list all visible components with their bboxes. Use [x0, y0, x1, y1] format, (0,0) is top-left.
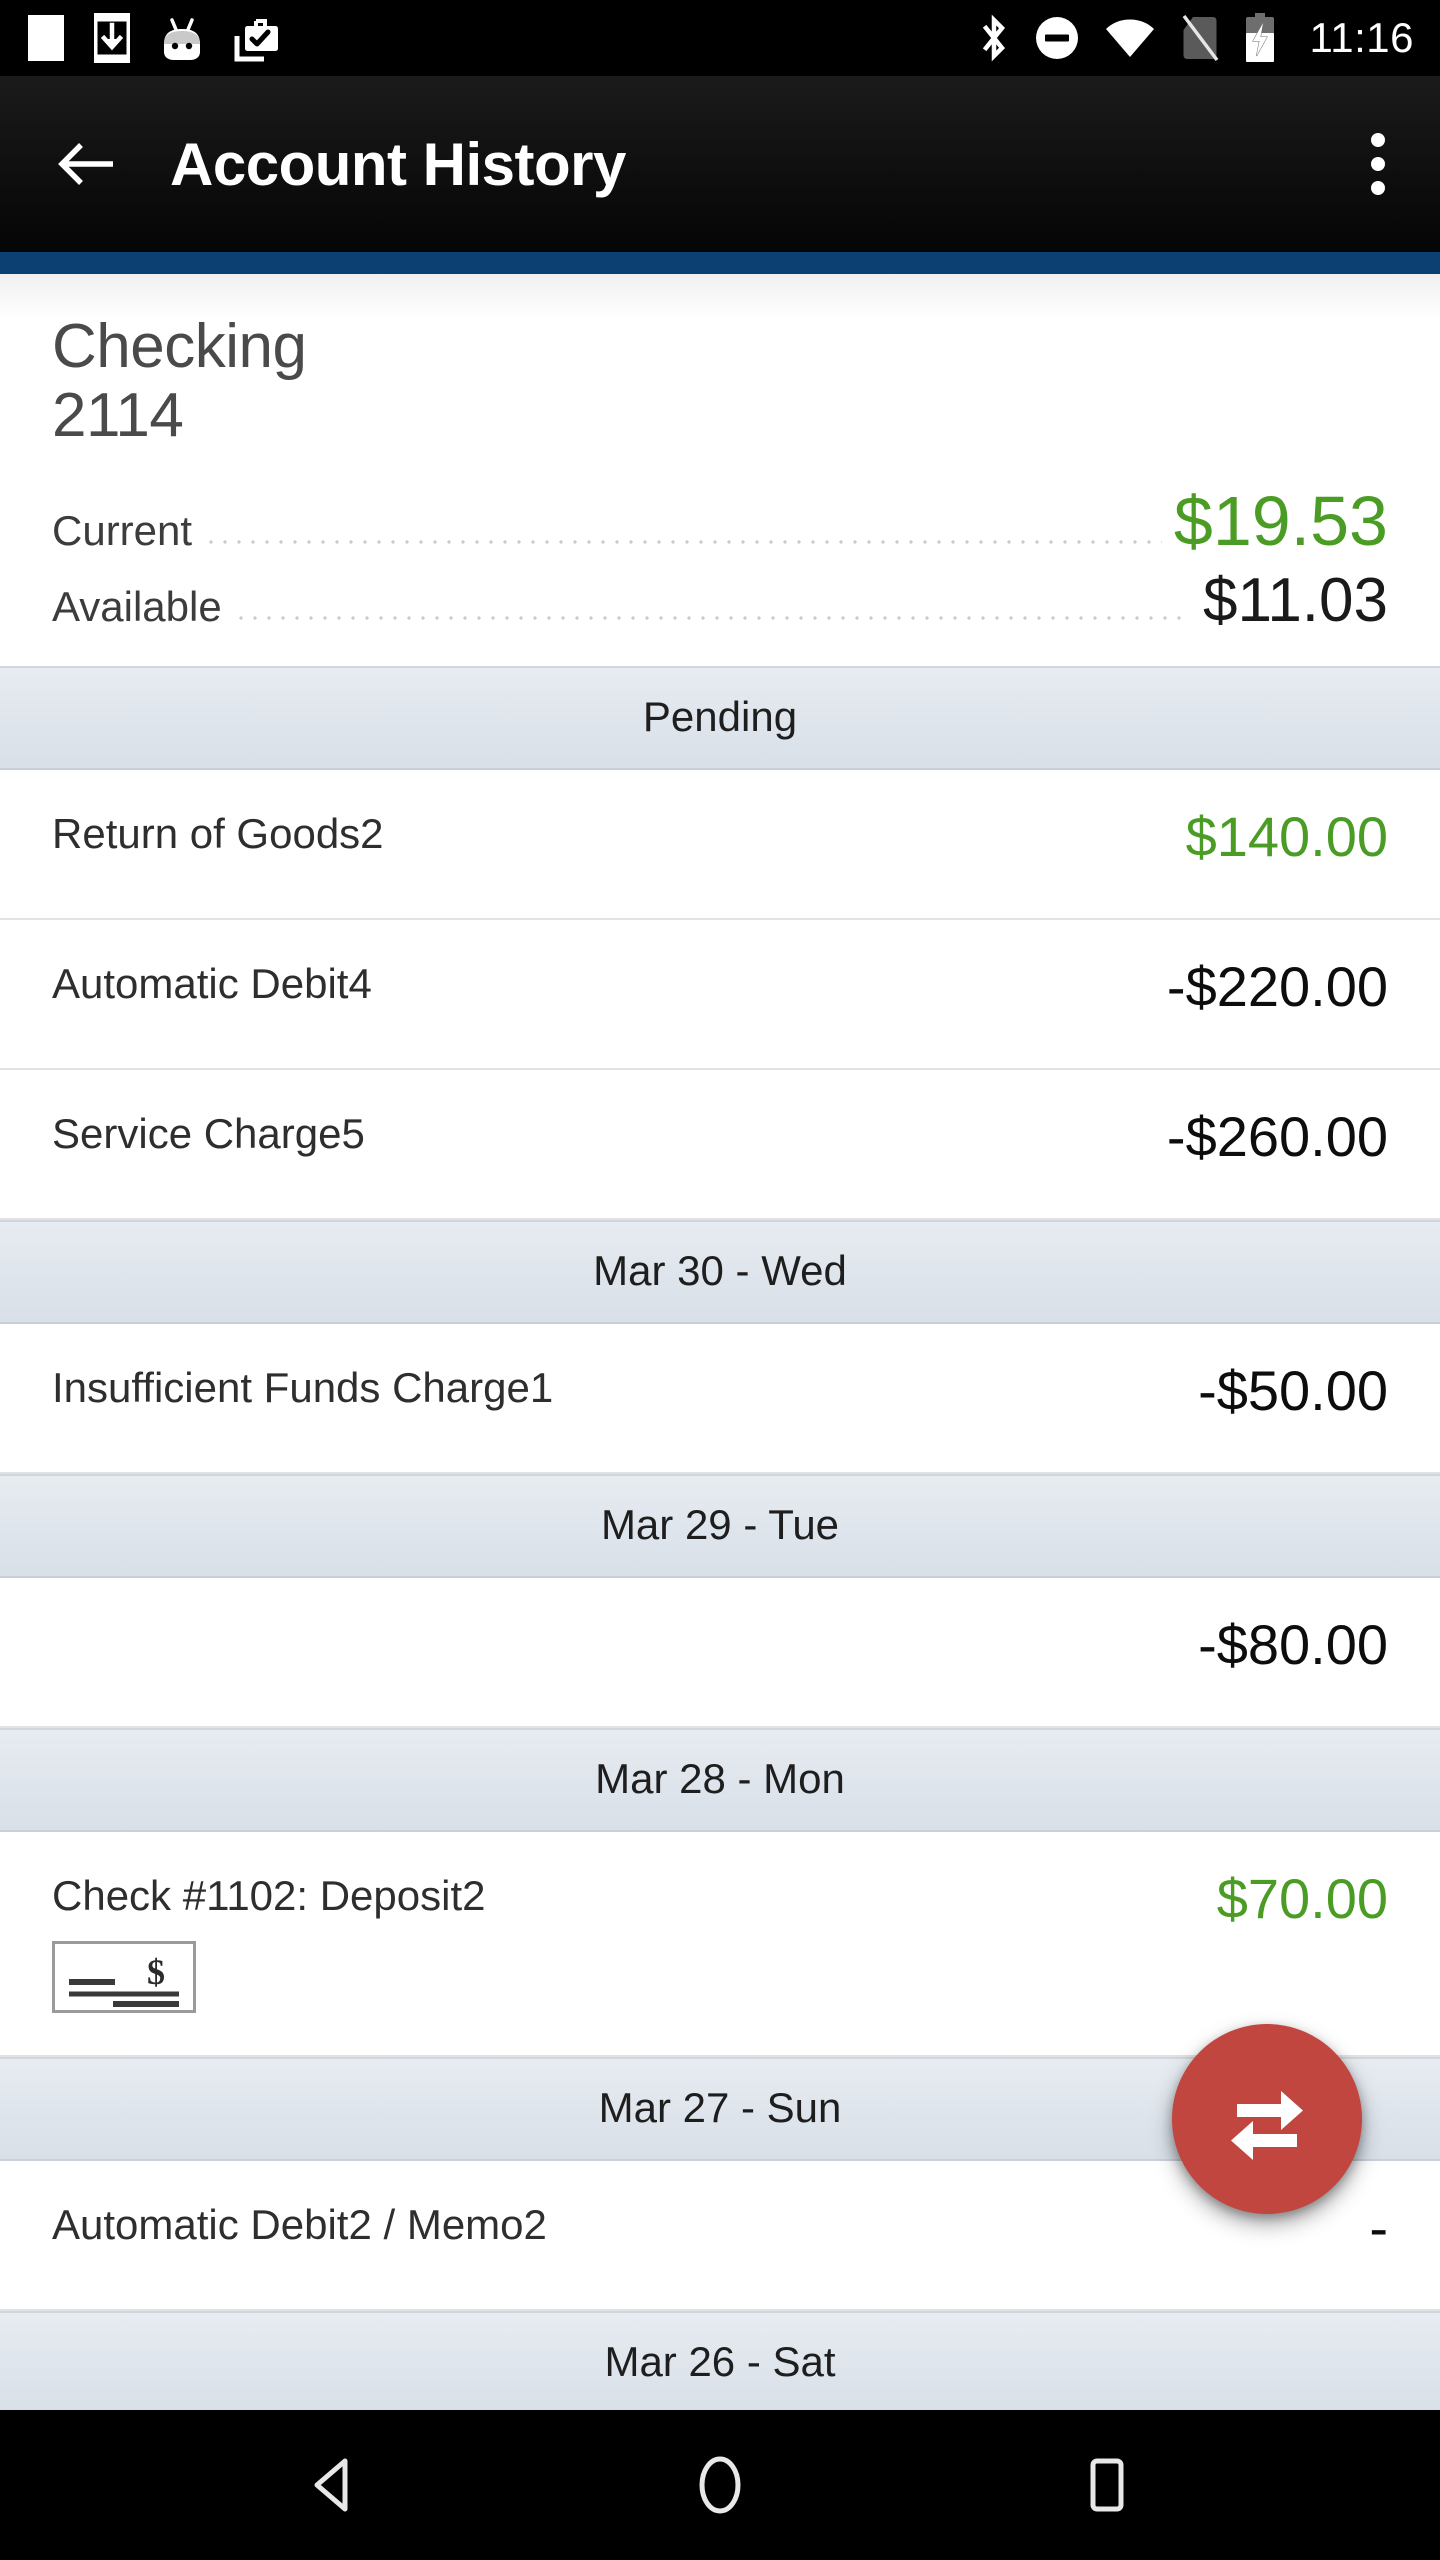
account-history-scroll[interactable]: Checking 2114 Current $19.53 Available $…	[0, 274, 1440, 2410]
status-bar-system-icons: 11:16	[978, 13, 1415, 63]
accent-bar	[0, 252, 1440, 274]
download-to-phone-icon	[94, 13, 130, 63]
section-header: Mar 26 - Sat	[0, 2311, 1440, 2410]
nav-recents-button[interactable]	[1032, 2410, 1182, 2560]
transaction-description: Insufficient Funds Charge1	[52, 1364, 554, 1412]
transaction-details: Automatic Debit2 / Memo2	[52, 2201, 1369, 2248]
transaction-row[interactable]: Return of Goods2 $140.00	[0, 770, 1440, 921]
do-not-disturb-icon	[1034, 15, 1080, 61]
work-profile-check-icon	[234, 14, 280, 62]
overflow-menu-icon[interactable]	[1360, 119, 1396, 209]
transaction-amount: -	[1369, 2196, 1388, 2260]
nav-recents-square-icon	[1090, 2458, 1124, 2512]
transfer-fab[interactable]	[1172, 2024, 1362, 2214]
transaction-details: Return of Goods2	[52, 810, 1186, 857]
balance-row-available: Available $11.03	[52, 570, 1388, 632]
balance-row-current: Current $19.53	[52, 486, 1388, 556]
transfer-arrows-icon	[1231, 2091, 1303, 2160]
phone-screen: 11:16 Account History Checking 2114 Curr…	[0, 0, 1440, 2560]
transaction-description: Check #1102: Deposit2	[52, 1872, 486, 1920]
balance-list: Current $19.53 Available $11.03	[52, 486, 1388, 666]
bluetooth-icon	[978, 14, 1010, 62]
transaction-amount: -$80.00	[1198, 1613, 1388, 1677]
balance-label: Available	[52, 583, 222, 631]
account-name: Checking	[52, 312, 307, 381]
notification-square-icon	[28, 15, 64, 61]
transaction-description: Automatic Debit4	[52, 960, 372, 1008]
status-bar-clock: 11:16	[1309, 14, 1414, 61]
account-summary: Checking 2114 Current $19.53 Available $…	[0, 274, 1440, 667]
transaction-details: Check #1102: Deposit2 $	[52, 1872, 1217, 2014]
svg-text:$: $	[147, 1952, 165, 1992]
system-navigation-bar	[0, 2410, 1440, 2560]
section-header: Mar 30 - Wed	[0, 1220, 1440, 1325]
wifi-icon	[1104, 17, 1156, 59]
battery-charging-icon	[1244, 13, 1276, 63]
transaction-amount: $70.00	[1216, 1867, 1388, 1931]
status-bar: 11:16	[0, 0, 1440, 76]
nav-back-triangle-icon	[314, 2458, 348, 2512]
balance-amount: $19.53	[1173, 482, 1388, 561]
no-sim-icon	[1180, 14, 1220, 62]
section-header: Mar 28 - Mon	[0, 1728, 1440, 1833]
nav-home-circle-icon	[699, 2456, 741, 2514]
transaction-details: Automatic Debit4	[52, 960, 1167, 1007]
transaction-description: Return of Goods2	[52, 810, 384, 858]
transaction-row[interactable]: Insufficient Funds Charge1 -$50.00	[0, 1324, 1440, 1475]
transaction-amount: $140.00	[1185, 805, 1388, 869]
dotted-leader	[233, 615, 1191, 622]
transaction-row[interactable]: Check #1102: Deposit2 $ $70.00	[0, 1832, 1440, 2058]
transaction-description: Automatic Debit2 / Memo2	[52, 2201, 547, 2249]
transaction-row[interactable]: -$80.00	[0, 1578, 1440, 1729]
page-title: Account History	[170, 130, 626, 198]
status-bar-notification-icons	[28, 13, 280, 63]
transaction-amount: -$220.00	[1166, 955, 1388, 1019]
check-image-icon[interactable]: $	[52, 1941, 196, 2014]
transaction-amount: -$50.00	[1198, 1359, 1388, 1423]
transaction-details: Insufficient Funds Charge1	[52, 1364, 1198, 1411]
app-bar: Account History	[0, 76, 1440, 252]
android-head-icon	[160, 14, 204, 62]
transaction-description: Service Charge5	[52, 1110, 365, 1158]
balance-amount: $11.03	[1202, 566, 1388, 636]
nav-back-button[interactable]	[258, 2410, 408, 2560]
transaction-row[interactable]: Service Charge5 -$260.00	[0, 1070, 1440, 1221]
section-header: Pending	[0, 666, 1440, 771]
back-arrow-icon[interactable]	[56, 133, 118, 195]
nav-home-button[interactable]	[645, 2410, 795, 2560]
dotted-leader	[204, 539, 1162, 546]
account-number: 2114	[52, 380, 184, 450]
transaction-amount: -$260.00	[1166, 1105, 1388, 1169]
transaction-row[interactable]: Automatic Debit4 -$220.00	[0, 920, 1440, 1071]
section-header: Mar 29 - Tue	[0, 1474, 1440, 1579]
balance-label: Current	[52, 507, 193, 555]
transaction-details: Service Charge5	[52, 1110, 1167, 1157]
